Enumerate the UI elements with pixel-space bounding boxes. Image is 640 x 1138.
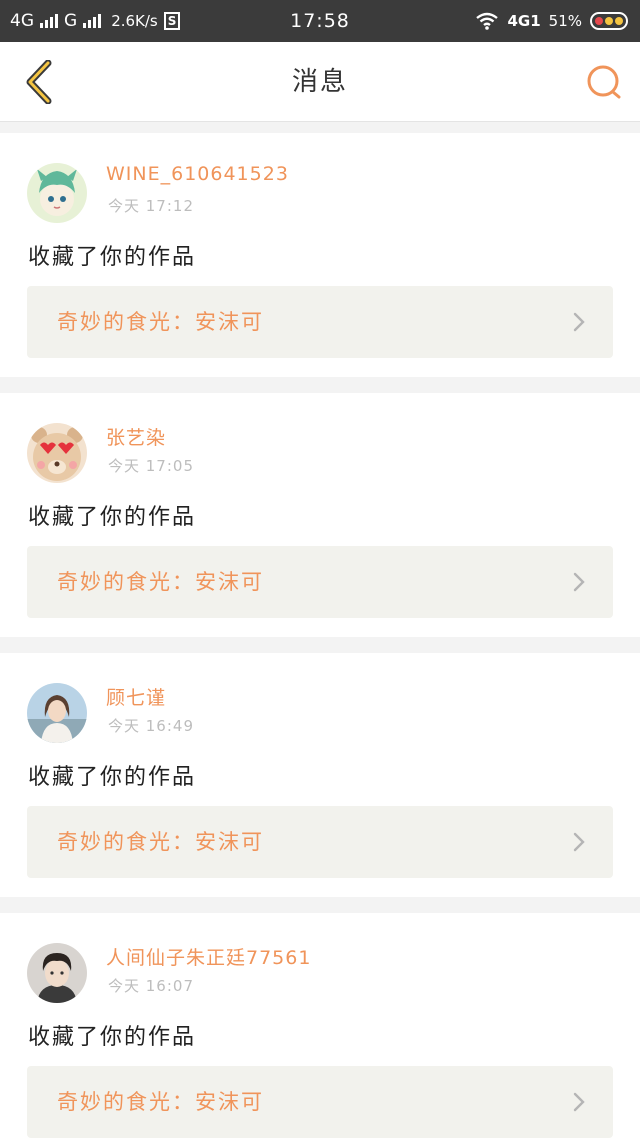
- network-label-3: 4G1: [507, 12, 541, 30]
- bear-emoji-avatar-icon[interactable]: [27, 423, 87, 483]
- search-icon: [587, 65, 621, 99]
- battery-percent: 51%: [548, 12, 582, 30]
- notification-text: 收藏了你的作品: [28, 765, 197, 790]
- notification-text: 收藏了你的作品: [28, 1025, 197, 1050]
- wifi-icon: [476, 12, 499, 30]
- anime-avatar-icon[interactable]: [27, 163, 87, 223]
- photo-avatar-icon[interactable]: [27, 943, 87, 1003]
- timestamp: 今天 17:12: [108, 197, 194, 215]
- photo-avatar-icon[interactable]: [27, 683, 87, 743]
- work-title: 奇妙的食光：安沫可: [57, 1090, 264, 1114]
- username[interactable]: 顾七谨: [106, 683, 166, 710]
- notification-card: 张艺染 今天 17:05 收藏了你的作品 奇妙的食光：安沫可: [0, 393, 640, 637]
- page-title: 消息: [291, 67, 348, 97]
- search-button[interactable]: [582, 60, 626, 104]
- work-link[interactable]: 奇妙的食光：安沫可: [27, 806, 613, 878]
- work-title: 奇妙的食光：安沫可: [57, 830, 264, 854]
- work-title: 奇妙的食光：安沫可: [57, 570, 264, 594]
- notification-text: 收藏了你的作品: [28, 505, 197, 530]
- chevron-right-icon: [573, 832, 585, 852]
- status-right: 4G1 51%: [475, 0, 628, 42]
- work-link[interactable]: 奇妙的食光：安沫可: [27, 546, 613, 618]
- timestamp: 今天 16:49: [108, 717, 194, 735]
- timestamp: 今天 16:07: [108, 977, 194, 995]
- notification-text: 收藏了你的作品: [28, 245, 197, 270]
- status-bar: 4G G 2.6K/s S 17:58 4G1 51%: [0, 0, 640, 42]
- work-link[interactable]: 奇妙的食光：安沫可: [27, 286, 613, 358]
- nav-bar: 消息: [0, 42, 640, 122]
- notification-card: 顾七谨 今天 16:49 收藏了你的作品 奇妙的食光：安沫可: [0, 653, 640, 897]
- chevron-right-icon: [573, 572, 585, 592]
- work-title: 奇妙的食光：安沫可: [57, 310, 264, 334]
- timestamp: 今天 17:05: [108, 457, 194, 475]
- notification-card: 人间仙子朱正廷77561 今天 16:07 收藏了你的作品 奇妙的食光：安沫可: [0, 913, 640, 1138]
- username[interactable]: 人间仙子朱正廷77561: [106, 943, 311, 970]
- notification-card: WINE_610641523 今天 17:12 收藏了你的作品 奇妙的食光：安沫…: [0, 133, 640, 377]
- battery-icon: [590, 12, 628, 30]
- username[interactable]: WINE_610641523: [106, 163, 289, 185]
- chevron-right-icon: [573, 312, 585, 332]
- username[interactable]: 张艺染: [106, 423, 166, 450]
- chevron-right-icon: [573, 1092, 585, 1112]
- work-link[interactable]: 奇妙的食光：安沫可: [27, 1066, 613, 1138]
